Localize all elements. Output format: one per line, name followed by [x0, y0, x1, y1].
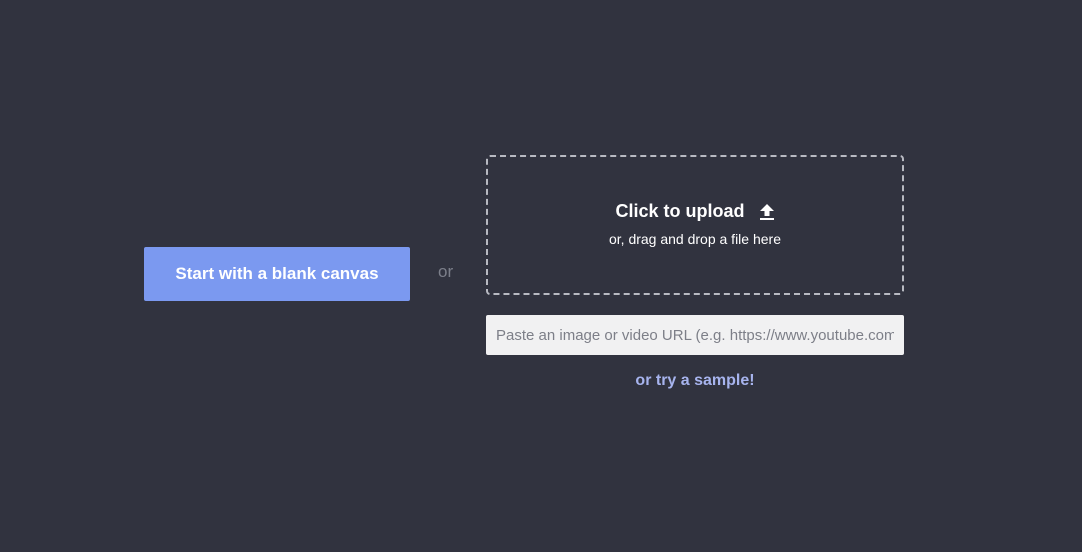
url-input[interactable] [486, 315, 904, 355]
blank-canvas-button[interactable]: Start with a blank canvas [144, 247, 410, 301]
upload-title-row: Click to upload [488, 201, 902, 222]
upload-arrow-icon [759, 203, 775, 221]
upload-title: Click to upload [615, 201, 745, 221]
try-sample-link[interactable]: or try a sample! [486, 372, 904, 390]
upload-dropzone[interactable]: Click to upload or, drag and drop a file… [486, 155, 904, 295]
upload-subtitle: or, drag and drop a file here [608, 231, 781, 247]
or-separator: or [438, 262, 454, 281]
